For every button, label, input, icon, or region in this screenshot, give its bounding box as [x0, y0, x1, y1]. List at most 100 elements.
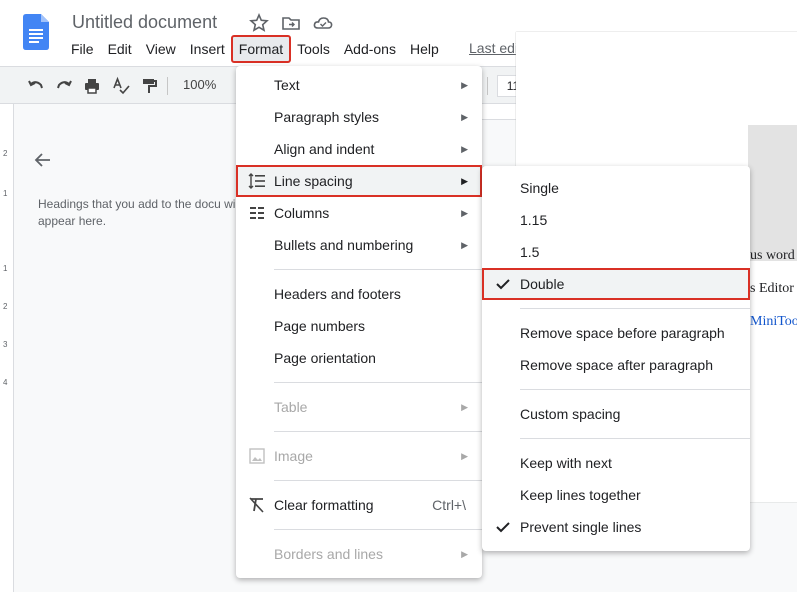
menu-item-align-indent[interactable]: Align and indent ▶ — [236, 133, 482, 165]
spacing-option-1-5[interactable]: 1.5 — [482, 236, 750, 268]
menu-item-bullets-numbering[interactable]: Bullets and numbering ▶ — [236, 229, 482, 261]
menu-add-ons[interactable]: Add-ons — [337, 36, 403, 62]
move-folder-icon[interactable] — [280, 12, 302, 34]
ruler-tick: 1 — [3, 189, 8, 198]
menu-format[interactable]: Format — [230, 35, 292, 63]
menu-item-label: Align and indent — [274, 141, 375, 157]
spacing-option-1-15[interactable]: 1.15 — [482, 204, 750, 236]
page-text-line: s Editor — [750, 281, 794, 296]
menu-item-text[interactable]: Text ▶ — [236, 69, 482, 101]
menu-item-table[interactable]: Table ▶ — [236, 391, 482, 423]
checkmark-icon — [496, 279, 510, 290]
menu-item-label: Keep lines together — [520, 487, 641, 503]
menu-item-page-numbers[interactable]: Page numbers — [236, 310, 482, 342]
toolbar-divider — [487, 77, 488, 95]
spacing-remove-before[interactable]: Remove space before paragraph — [482, 317, 750, 349]
ruler-tick: 2 — [3, 149, 8, 158]
menu-item-label: Custom spacing — [520, 406, 621, 422]
ruler-tick: 2 — [3, 302, 8, 311]
spacing-keep-with-next[interactable]: Keep with next — [482, 447, 750, 479]
submenu-arrow-icon: ▶ — [461, 176, 468, 186]
back-arrow-icon[interactable] — [33, 150, 53, 170]
menu-divider — [520, 308, 750, 309]
menu-item-label: Table — [274, 399, 308, 415]
menu-help[interactable]: Help — [403, 36, 446, 62]
submenu-arrow-icon: ▶ — [461, 549, 468, 559]
google-docs-logo-icon[interactable] — [23, 14, 49, 50]
spacing-option-single[interactable]: Single — [482, 172, 750, 204]
ruler-tick: 4 — [3, 378, 8, 387]
star-icon[interactable] — [248, 12, 270, 34]
submenu-arrow-icon: ▶ — [461, 112, 468, 122]
menu-view[interactable]: View — [139, 36, 183, 62]
menu-item-borders-lines[interactable]: Borders and lines ▶ — [236, 538, 482, 570]
menu-divider — [274, 431, 482, 432]
checkmark-icon — [496, 522, 510, 533]
menu-item-label: Line spacing — [274, 173, 353, 189]
ruler-tick: 3 — [3, 340, 8, 349]
image-icon — [249, 448, 265, 464]
menu-item-label: Remove space before paragraph — [520, 325, 725, 341]
menu-item-label: Prevent single lines — [520, 519, 642, 535]
menu-item-label: Clear formatting — [274, 497, 374, 513]
spellcheck-icon[interactable] — [111, 76, 131, 96]
submenu-arrow-icon: ▶ — [461, 402, 468, 412]
cloud-status-icon[interactable] — [312, 12, 334, 34]
spacing-option-double[interactable]: Double — [482, 268, 750, 300]
menu-divider — [274, 529, 482, 530]
submenu-arrow-icon: ▶ — [461, 80, 468, 90]
menu-item-headers-footers[interactable]: Headers and footers — [236, 278, 482, 310]
menu-item-label: Remove space after paragraph — [520, 357, 713, 373]
print-icon[interactable] — [82, 76, 102, 96]
menu-item-image[interactable]: Image ▶ — [236, 440, 482, 472]
spacing-remove-after[interactable]: Remove space after paragraph — [482, 349, 750, 381]
menu-item-label: Paragraph styles — [274, 109, 380, 125]
menu-item-label: Bullets and numbering — [274, 237, 414, 253]
submenu-arrow-icon: ▶ — [461, 240, 468, 250]
menu-item-line-spacing[interactable]: Line spacing ▶ — [236, 165, 482, 197]
menu-item-label: Page orientation — [274, 350, 376, 366]
spacing-custom[interactable]: Custom spacing — [482, 398, 750, 430]
menu-item-paragraph-styles[interactable]: Paragraph styles ▶ — [236, 101, 482, 133]
menu-divider — [520, 438, 750, 439]
menu-insert[interactable]: Insert — [183, 36, 232, 62]
menu-bar: File Edit View Insert Format Tools Add-o… — [64, 35, 446, 63]
submenu-arrow-icon: ▶ — [461, 451, 468, 461]
menu-item-label: Borders and lines — [274, 546, 383, 562]
menu-divider — [520, 389, 750, 390]
menu-item-label: Double — [520, 276, 565, 292]
document-title[interactable]: Untitled document — [72, 12, 217, 33]
menu-tools[interactable]: Tools — [290, 36, 337, 62]
submenu-arrow-icon: ▶ — [461, 208, 468, 218]
menu-item-label: Keep with next — [520, 455, 612, 471]
menu-item-clear-formatting[interactable]: Clear formatting Ctrl+\ — [236, 489, 482, 521]
undo-icon[interactable] — [26, 76, 46, 96]
paint-format-icon[interactable] — [139, 76, 159, 96]
menu-divider — [274, 269, 482, 270]
zoom-select[interactable]: 100% — [183, 77, 216, 92]
redo-icon[interactable] — [54, 76, 74, 96]
page-text-link[interactable]: MiniTool — [750, 314, 797, 330]
menu-item-label: Image — [274, 448, 313, 464]
spacing-keep-lines-together[interactable]: Keep lines together — [482, 479, 750, 511]
menu-item-label: Text — [274, 77, 300, 93]
menu-item-label: 1.15 — [520, 212, 548, 228]
toolbar-divider — [167, 77, 168, 95]
submenu-arrow-icon: ▶ — [461, 144, 468, 154]
menu-file[interactable]: File — [64, 36, 101, 62]
ruler-tick: 1 — [3, 264, 8, 273]
spacing-prevent-single-lines[interactable]: Prevent single lines — [482, 511, 750, 543]
menu-item-label: Page numbers — [274, 318, 366, 334]
columns-icon — [250, 207, 264, 219]
menu-divider — [274, 382, 482, 383]
menu-item-label: Headers and footers — [274, 286, 401, 302]
shortcut-label: Ctrl+\ — [432, 497, 466, 513]
menu-item-label: Columns — [274, 205, 330, 221]
text-highlight — [748, 125, 797, 261]
menu-item-page-orientation[interactable]: Page orientation — [236, 342, 482, 374]
outline-hint-text: Headings that you add to the docu will a… — [38, 197, 241, 228]
page-text-line: us word — [750, 248, 795, 263]
menu-item-columns[interactable]: Columns ▶ — [236, 197, 482, 229]
menu-item-label: 1.5 — [520, 244, 540, 260]
menu-edit[interactable]: Edit — [101, 36, 139, 62]
